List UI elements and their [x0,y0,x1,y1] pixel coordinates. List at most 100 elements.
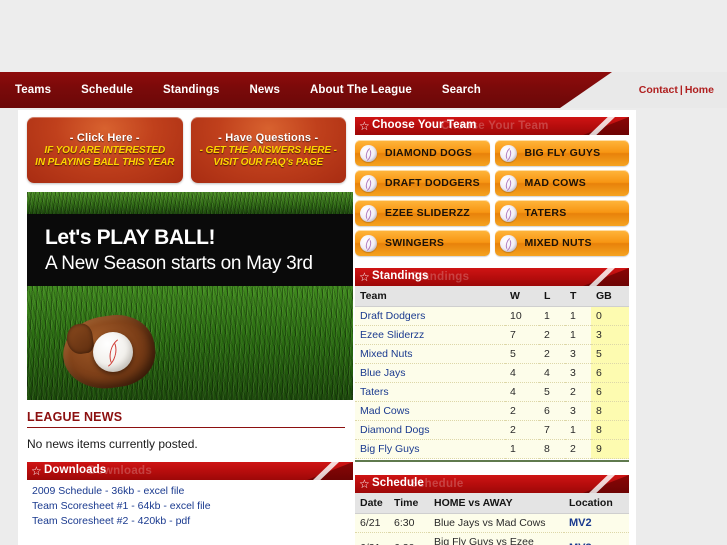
schedule-title: Schedule [372,477,424,489]
schedule-col-matchup: HOME vs AWAY [429,493,564,514]
standings-ties: 2 [565,382,591,402]
contact-link[interactable]: Contact [639,84,678,96]
standings-games-behind: 6 [591,382,629,402]
table-row[interactable]: 6/21 6:30 Big Fly Guys vs Ezee Sliderzz … [355,532,629,545]
standings-ties: 3 [565,344,591,364]
standings-games-behind: 5 [591,344,629,364]
downloads-header-bar: ☆ Downloads Downloads [27,462,353,480]
standings-team-name[interactable]: Blue Jays [355,363,505,383]
promo-faq-line2: - GET THE ANSWERS HERE - [199,144,337,156]
standings-col-l: L [539,286,565,307]
standings-team-name[interactable]: Mad Cows [355,401,505,421]
standings-games-behind: 0 [591,306,629,326]
standings-table-head: Team W L T GB [355,286,629,307]
home-link[interactable]: Home [685,84,714,96]
team-button-taters[interactable]: TATERS [494,200,629,226]
standings-wins: 2 [505,420,539,440]
promo-banner-signup[interactable]: - Click Here - IF YOU ARE INTERESTED IN … [27,117,183,183]
downloads-title: Downloads [44,464,107,476]
baseball-icon [499,144,517,162]
league-news-empty-message: No news items currently posted. [27,437,198,451]
standings-col-team: Team [355,286,505,307]
nav-utility-links: Contact | Home [639,72,714,108]
team-button-label: MAD COWS [524,177,586,189]
standings-ties: 2 [565,439,591,459]
table-row[interactable]: 6/21 6:30 Blue Jays vs Mad Cows MV2 [355,513,629,533]
standings-team-name[interactable]: Draft Dodgers [355,306,505,326]
standings-games-behind: 8 [591,401,629,421]
league-news-heading: LEAGUE NEWS [27,410,345,428]
baseball-icon [499,234,517,252]
standings-games-behind: 8 [591,420,629,440]
standings-team-name[interactable]: Mixed Nuts [355,344,505,364]
team-button-swingers[interactable]: SWINGERS [355,230,490,256]
standings-ties: 1 [565,306,591,326]
standings-losses: 6 [539,401,565,421]
nav-item-news[interactable]: News [240,72,290,108]
standings-ties: 3 [565,401,591,421]
schedule-location[interactable]: MV2 [564,513,629,533]
table-row[interactable]: Blue Jays 4 4 3 6 [355,363,629,383]
download-link-scoresheet-2[interactable]: Team Scoresheet #2 - 420kb - pdf [32,514,353,529]
standings-wins: 2 [505,401,539,421]
schedule-table-head: Date Time HOME vs AWAY Location [355,493,629,514]
hero-subheadline: A New Season starts on May 3rd [45,253,313,274]
standings-team-name[interactable]: Big Fly Guys [355,439,505,459]
team-button-label: MIXED NUTS [524,237,592,249]
left-column: - Click Here - IF YOU ARE INTERESTED IN … [18,110,355,545]
nav-item-standings[interactable]: Standings [153,72,230,108]
schedule-time: 6:30 [389,513,429,533]
team-button-label: EZEE SLIDERZZ [385,207,470,219]
hero-headline: Let's PLAY BALL! [45,226,216,249]
schedule-location[interactable]: MV3 [564,532,629,545]
promo-signup-line3: IN PLAYING BALL THIS YEAR [35,156,175,168]
table-row[interactable]: Ezee Sliderzz 7 2 1 3 [355,325,629,345]
choose-team-header-bar: ☆ Choose Your Team Choose Your Team [355,117,629,135]
team-button-grid: DIAMOND DOGS BIG FLY GUYS DRAFT DODGERS … [355,140,629,256]
schedule-matchup: Big Fly Guys vs Ezee Sliderzz [429,532,564,545]
standings-games-behind: 9 [591,439,629,459]
table-row[interactable]: Draft Dodgers 10 1 1 0 [355,306,629,326]
standings-losses: 7 [539,420,565,440]
table-row[interactable]: Mixed Nuts 5 2 3 5 [355,344,629,364]
table-row[interactable]: Taters 4 5 2 6 [355,382,629,402]
nav-item-schedule[interactable]: Schedule [71,72,143,108]
right-column: ☆ Choose Your Team Choose Your Team DIAM… [355,110,636,545]
download-link-scoresheet-1[interactable]: Team Scoresheet #1 - 64kb - excel file [32,499,353,514]
table-row[interactable]: Mad Cows 2 6 3 8 [355,401,629,421]
download-link-schedule[interactable]: 2009 Schedule - 36kb - excel file [32,484,353,499]
team-button-ezee-sliderzz[interactable]: EZEE SLIDERZZ [355,200,490,226]
standings-table: Team W L T GB Draft Dodgers 10 1 1 0 Eze… [355,286,629,459]
standings-wins: 4 [505,363,539,383]
nav-item-about-the-league[interactable]: About The League [300,72,422,108]
standings-team-name[interactable]: Taters [355,382,505,402]
team-button-label: DIAMOND DOGS [385,147,472,159]
schedule-date: 6/21 [355,532,389,545]
baseball-icon [360,174,377,192]
team-button-draft-dodgers[interactable]: DRAFT DODGERS [355,170,490,196]
schedule-col-date: Date [355,493,389,514]
schedule-col-time: Time [389,493,429,514]
choose-team-section: ☆ Choose Your Team Choose Your Team DIAM… [355,117,629,256]
table-row[interactable]: Diamond Dogs 2 7 1 8 [355,420,629,440]
hero-banner[interactable]: Let's PLAY BALL! A New Season starts on … [27,192,353,400]
team-button-diamond-dogs[interactable]: DIAMOND DOGS [355,140,490,166]
nav-item-teams[interactable]: Teams [5,72,61,108]
schedule-section: ☆ Schedule Schedule Date Time HOME vs AW… [355,475,629,545]
schedule-header-row: Date Time HOME vs AWAY Location [355,493,629,514]
standings-team-name[interactable]: Ezee Sliderzz [355,325,505,345]
team-button-mixed-nuts[interactable]: MIXED NUTS [494,230,629,256]
standings-team-name[interactable]: Diamond Dogs [355,420,505,440]
nav-item-search[interactable]: Search [432,72,491,108]
standings-ties: 3 [565,363,591,383]
standings-header-bar: ☆ Standings Standings [355,268,629,286]
team-button-big-fly-guys[interactable]: BIG FLY GUYS [494,140,629,166]
hero-text-panel [27,214,353,286]
promo-banner-faq[interactable]: - Have Questions - - GET THE ANSWERS HER… [190,117,346,183]
standings-bottom-rule [355,460,629,464]
table-row[interactable]: Big Fly Guys 1 8 2 9 [355,439,629,459]
downloads-list: 2009 Schedule - 36kb - excel file Team S… [27,484,353,529]
team-button-mad-cows[interactable]: MAD COWS [494,170,629,196]
standings-ties: 1 [565,325,591,345]
standings-col-gb: GB [591,286,629,307]
